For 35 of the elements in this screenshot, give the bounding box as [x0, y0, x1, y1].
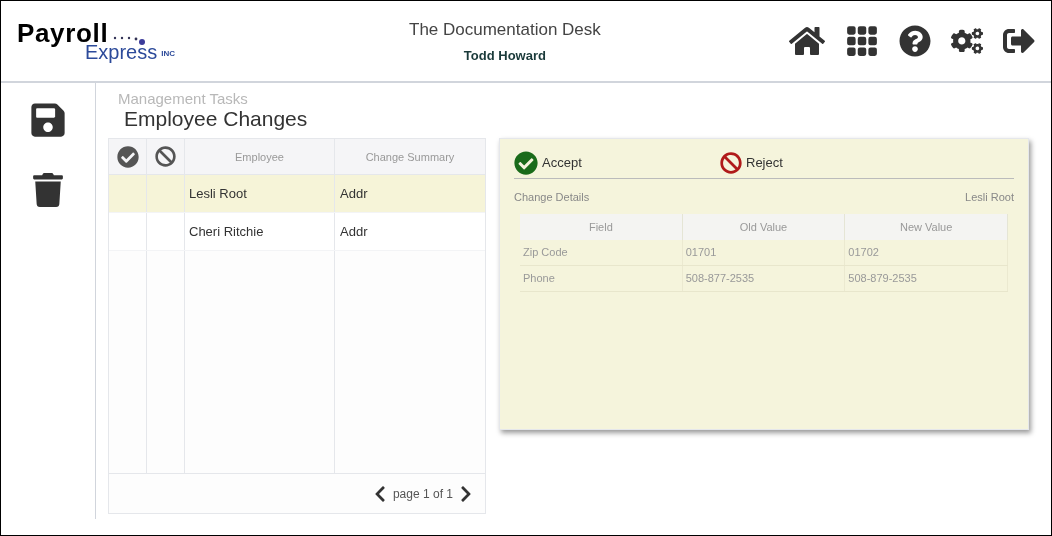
- page-title: Employee Changes: [124, 107, 309, 132]
- logo: Payroll Express INC: [17, 20, 177, 62]
- table-cell-text: Addr: [340, 185, 368, 203]
- save-icon[interactable]: [29, 101, 67, 139]
- table-cell-text: Lesli Root: [189, 185, 247, 203]
- reject-button[interactable]: Reject: [720, 151, 783, 174]
- header-title: The Documentation Desk: [409, 18, 601, 41]
- column-header: New Value: [899, 219, 953, 235]
- user-name: Todd Howard: [463, 47, 546, 65]
- check-icon: [514, 150, 538, 175]
- column-header: Field: [588, 219, 613, 235]
- section-label: Change Details: [514, 190, 590, 206]
- accept-button[interactable]: Accept: [514, 150, 720, 175]
- table-cell-text: 508-877-2535: [685, 271, 755, 286]
- table-cell-text: Zip Code: [523, 245, 568, 260]
- table-cell-text: Cheri Ritchie: [189, 223, 264, 241]
- table-cell-text: 01701: [685, 245, 717, 260]
- table-cell-text: Addr: [340, 223, 368, 241]
- apps-grid-icon[interactable]: [845, 24, 879, 58]
- employee-row[interactable]: Cheri Ritchie Addr: [109, 213, 485, 252]
- employee-name: Lesli Root: [965, 190, 1014, 206]
- column-header: Employee: [235, 149, 284, 165]
- accept-all-icon[interactable]: [116, 145, 139, 168]
- column-header: Old Value: [739, 219, 788, 235]
- settings-icon[interactable]: [951, 25, 983, 57]
- ban-icon: [720, 151, 742, 174]
- employee-row[interactable]: Lesli Root Addr: [109, 175, 485, 214]
- table-cell-text: 508-879-2535: [848, 271, 917, 286]
- column-header: Change Summary: [365, 149, 455, 165]
- trash-icon[interactable]: [31, 173, 65, 207]
- reject-all-icon[interactable]: [155, 146, 176, 168]
- table-cell-text: Phone: [523, 271, 555, 286]
- help-icon[interactable]: [899, 25, 931, 57]
- page-indicator: page 1 of 1: [392, 485, 453, 503]
- table-cell-text: 01702: [848, 245, 879, 260]
